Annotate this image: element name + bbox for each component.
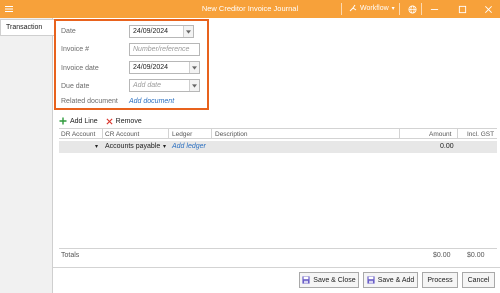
cancel-button[interactable]: Cancel [462, 272, 495, 288]
add-ledger-link[interactable]: Add ledger [172, 143, 206, 150]
window-title: New Creditor Invoice Journal [201, 4, 299, 13]
minimize-icon[interactable] [427, 2, 441, 16]
due-date-field[interactable]: Add date [129, 79, 200, 92]
remove-label: Remove [115, 117, 142, 125]
title-bar: New Creditor Invoice Journal Workflow ▾ [0, 0, 500, 18]
save-close-button[interactable]: Save & Close [299, 272, 359, 288]
invoice-number-field[interactable]: Number/reference [129, 43, 200, 56]
totals-incl-gst: $0.00 [467, 252, 485, 259]
date-label: Date [61, 28, 76, 35]
save-icon [302, 276, 310, 284]
chevron-down-icon[interactable] [183, 26, 193, 37]
col-dr-account[interactable]: DR Account [61, 131, 95, 138]
chevron-down-icon[interactable]: ▾ [95, 143, 98, 150]
chevron-down-icon[interactable] [189, 80, 199, 91]
table-row[interactable]: ▾ Accounts payable ▾ Add ledger 0.00 [59, 141, 497, 153]
invoice-date-field[interactable]: 24/09/2024 [129, 61, 200, 74]
close-icon[interactable] [481, 2, 495, 16]
cancel-label: Cancel [467, 276, 490, 284]
col-divider [211, 129, 212, 139]
col-divider [457, 129, 458, 139]
save-add-label: Save & Add [377, 276, 415, 284]
col-cr-account[interactable]: CR Account [105, 131, 139, 138]
add-line-button[interactable]: Add Line [59, 115, 98, 127]
divider [53, 267, 500, 268]
workflow-icon [349, 4, 357, 12]
workflow-label: Workflow [360, 4, 389, 12]
date-value: 24/09/2024 [133, 28, 169, 35]
amount-cell[interactable]: 0.00 [440, 143, 454, 150]
date-field[interactable]: 24/09/2024 [129, 25, 194, 38]
process-label: Process [427, 276, 453, 284]
tab-transaction[interactable]: Transaction [0, 19, 54, 36]
divider [341, 3, 342, 15]
chevron-down-icon: ▾ [391, 5, 395, 12]
col-incl-gst[interactable]: Incl. GST [467, 131, 494, 138]
col-description[interactable]: Description [215, 131, 248, 138]
remove-button[interactable]: Remove [106, 115, 142, 127]
process-button[interactable]: Process [422, 272, 458, 288]
line-toolbar: Add Line Remove [59, 115, 142, 127]
related-document-label: Related document [61, 98, 118, 105]
divider [59, 248, 497, 249]
invoice-number-label: Invoice # [61, 46, 90, 53]
col-ledger[interactable]: Ledger [172, 131, 192, 138]
grid-header: DR Account CR Account Ledger Description… [59, 128, 497, 139]
invoice-date-value: 24/09/2024 [133, 64, 169, 71]
col-divider [102, 129, 103, 139]
totals-amount: $0.00 [433, 252, 451, 259]
add-document-link[interactable]: Add document [129, 98, 174, 105]
workflow-menu[interactable]: Workflow ▾ [349, 4, 395, 12]
invoice-date-label: Invoice date [61, 65, 99, 72]
save-icon [367, 276, 375, 284]
remove-icon [106, 117, 113, 125]
add-line-label: Add Line [70, 117, 98, 125]
divider [421, 3, 422, 15]
due-date-placeholder: Add date [133, 82, 162, 89]
save-add-button[interactable]: Save & Add [363, 272, 418, 288]
divider [399, 3, 400, 15]
maximize-icon[interactable] [455, 2, 469, 16]
save-close-label: Save & Close [313, 276, 356, 284]
due-date-label: Due date [61, 83, 90, 90]
col-divider [399, 129, 400, 139]
chevron-down-icon[interactable] [189, 62, 199, 73]
cr-account-cell[interactable]: Accounts payable [105, 143, 160, 150]
globe-icon[interactable] [405, 2, 419, 16]
chevron-down-icon[interactable]: ▾ [163, 143, 166, 150]
col-amount[interactable]: Amount [429, 131, 451, 138]
totals-row: Totals $0.00 $0.00 [59, 252, 497, 262]
invoice-number-placeholder: Number/reference [133, 46, 190, 53]
plus-icon [59, 117, 67, 125]
totals-label: Totals [61, 252, 80, 259]
tab-strip [0, 18, 53, 293]
col-divider [168, 129, 169, 139]
